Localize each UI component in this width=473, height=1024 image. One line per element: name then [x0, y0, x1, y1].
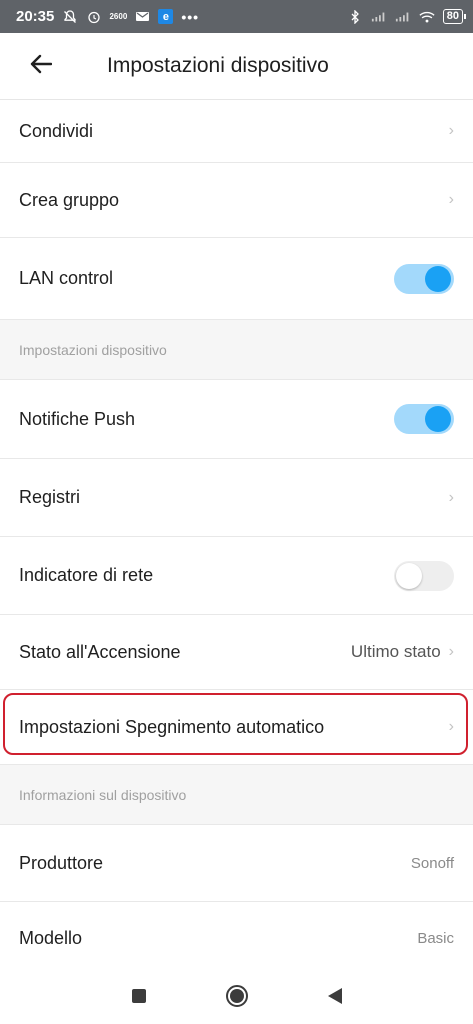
manufacturer-label: Produttore	[19, 852, 104, 873]
app-header: Impostazioni dispositivo	[0, 33, 473, 100]
logs-row[interactable]: Registri ›	[0, 459, 473, 537]
lan-control-toggle[interactable]	[394, 263, 454, 294]
power-on-state-label: Stato all'Accensione	[19, 641, 181, 662]
alarm-icon	[86, 9, 102, 25]
share-label: Condividi	[19, 120, 94, 141]
toggle-knob	[425, 265, 451, 292]
manufacturer-value: Sonoff	[410, 854, 454, 872]
home-icon[interactable]	[225, 985, 248, 1007]
data-speed-icon: 2600	[109, 9, 128, 25]
create-group-row[interactable]: Crea gruppo ›	[0, 163, 473, 238]
power-on-state-row[interactable]: Stato all'Accensione Ultimo stato ›	[0, 615, 473, 690]
data-speed-value: 2600	[109, 11, 128, 21]
share-row[interactable]: Condividi ›	[0, 100, 473, 163]
auto-off-settings-row[interactable]: Impostazioni Spegnimento automatico ›	[0, 690, 473, 765]
model-row: Modello Basic	[0, 902, 473, 975]
section-header-device-settings: Impostazioni dispositivo	[0, 320, 473, 380]
message-icon	[134, 9, 150, 25]
chevron-right-icon: ›	[448, 718, 454, 735]
toggle-knob	[425, 406, 451, 432]
push-notifications-row: Notifiche Push	[0, 380, 473, 459]
battery-level: 80	[446, 10, 459, 22]
model-label: Modello	[19, 927, 83, 948]
chevron-right-icon: ›	[448, 643, 454, 660]
logs-label: Registri	[19, 487, 81, 507]
create-group-label: Crea gruppo	[19, 189, 120, 210]
app-notification-letter: e	[162, 10, 169, 23]
model-value: Basic	[417, 929, 454, 947]
settings-list: Condividi › Crea gruppo › LAN control Im…	[0, 100, 473, 975]
auto-off-settings-label: Impostazioni Spegnimento automatico	[19, 716, 325, 737]
app-notification-icon: e	[158, 9, 174, 24]
page-title: Impostazioni dispositivo	[107, 54, 329, 77]
more-notifications-icon: •••	[181, 8, 200, 25]
push-notifications-label: Notifiche Push	[19, 408, 136, 429]
signal-icon-2	[395, 9, 411, 25]
power-on-state-value: Ultimo stato	[350, 642, 441, 661]
chevron-right-icon: ›	[448, 191, 454, 208]
back-nav-icon[interactable]	[327, 988, 342, 1004]
push-notifications-toggle[interactable]	[394, 404, 454, 434]
battery-icon: 80	[442, 9, 467, 24]
status-bar: 20:35 2600 e ••• 80	[0, 0, 473, 33]
system-nav-bar	[0, 968, 473, 1024]
chevron-right-icon: ›	[448, 122, 454, 139]
chevron-right-icon: ›	[448, 488, 454, 506]
lan-control-label: LAN control	[19, 268, 114, 288]
recents-icon[interactable]	[131, 989, 146, 1003]
notifications-off-icon	[62, 9, 78, 25]
network-indicator-row: Indicatore di rete	[0, 537, 473, 615]
network-indicator-label: Indicatore di rete	[19, 565, 154, 585]
back-button[interactable]	[0, 33, 90, 100]
toggle-knob	[396, 562, 422, 589]
lan-control-row: LAN control	[0, 238, 473, 320]
status-time: 20:35	[16, 8, 55, 25]
wifi-icon	[419, 9, 435, 25]
bluetooth-icon	[347, 9, 363, 25]
section-header-device-info: Informazioni sul dispositivo	[0, 765, 473, 825]
network-indicator-toggle[interactable]	[394, 560, 454, 591]
arrow-left-icon	[30, 54, 53, 79]
signal-icon	[371, 9, 387, 25]
manufacturer-row: Produttore Sonoff	[0, 825, 473, 902]
